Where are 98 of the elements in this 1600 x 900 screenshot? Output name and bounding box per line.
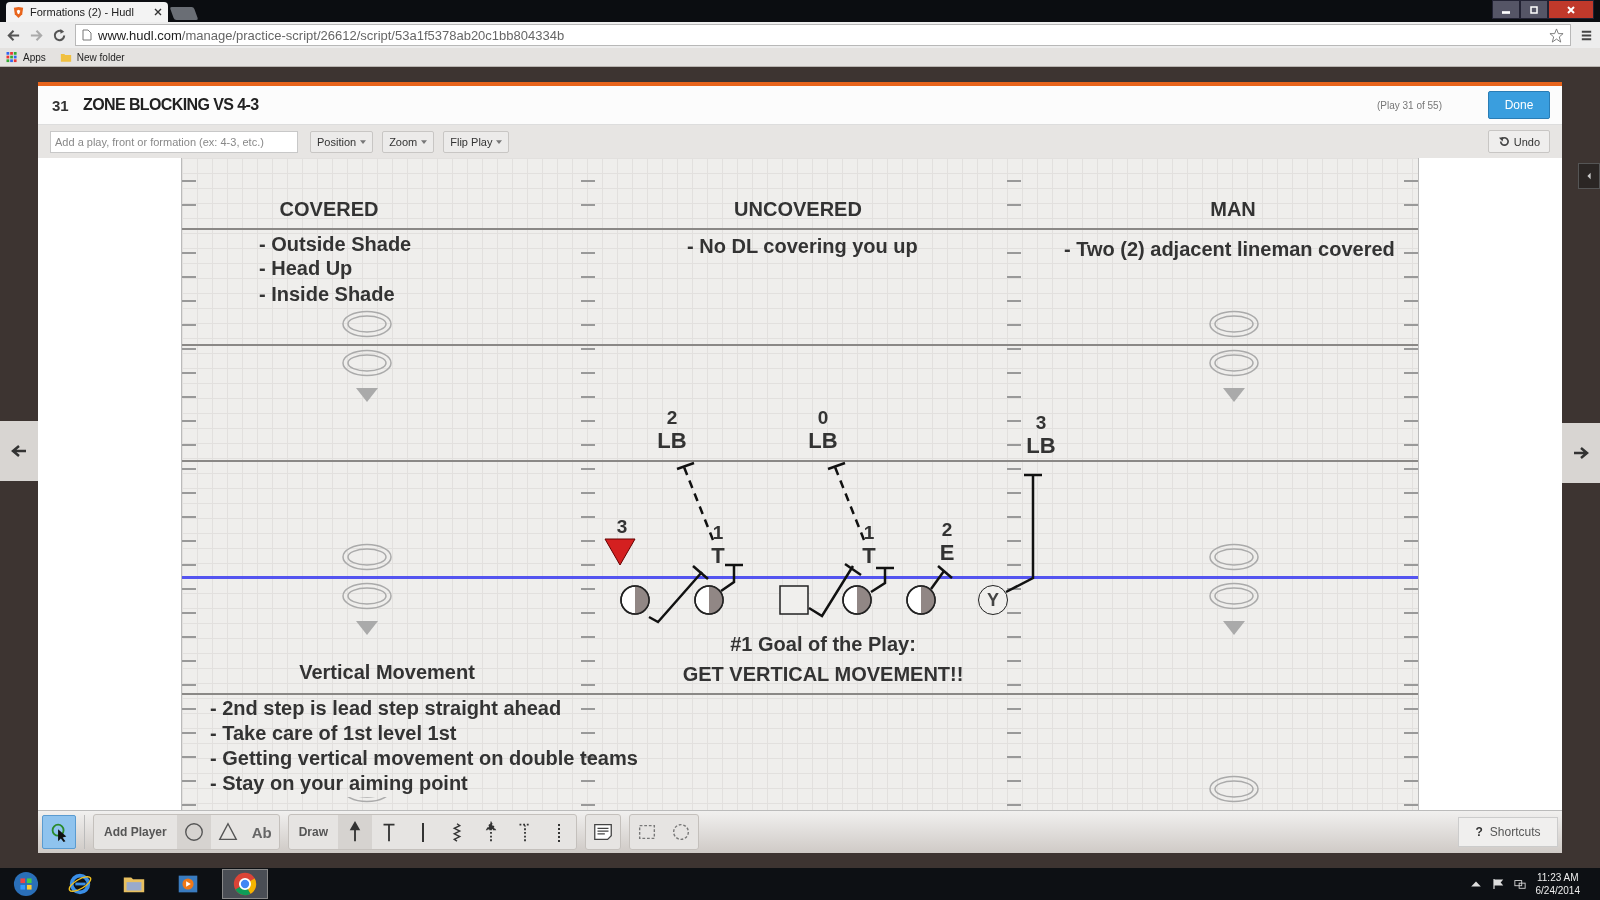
column-note: - Outside Shade [259,232,412,256]
windows-logo-icon [13,871,39,897]
page-icon [82,29,92,41]
coaching-point: - Take care of 1st level 1st [210,721,457,745]
bookmark[interactable]: New folder [59,51,125,63]
column-heading: UNCOVERED [734,198,862,221]
defender-position: LB [657,429,687,452]
dotted-line-icon [558,822,561,842]
close-button[interactable] [1548,0,1594,19]
browser-tab[interactable]: Formations (2) - Hudl [6,2,168,22]
bookmark[interactable]: Apps [6,51,46,63]
shortcuts-button[interactable]: ? Shortcuts [1458,817,1558,847]
caret-icon [421,139,428,144]
caret-icon [360,139,367,144]
play-search-field[interactable]: Add a play, front or formation (ex: 4-3, etc.) [50,130,298,153]
goal-text: GET VERTICAL MOVEMENT!! [682,662,964,686]
undo-button[interactable]: Undo [1487,130,1550,153]
browser-e-icon [67,871,93,897]
block-route [930,565,953,590]
tool-button[interactable]: Ab [244,815,279,849]
defender-number: 0 [817,406,829,429]
goal-text: #1 Goal of the Play: [730,632,916,656]
center-square-icon[interactable] [779,585,809,615]
lineman-circle-icon[interactable] [694,585,724,615]
coaching-point: - Stay on your aiming point [210,771,468,795]
close-icon [1566,4,1576,15]
defender-position: T [711,544,725,567]
column-note: - Head Up [259,256,353,280]
defender-triangle-icon[interactable] [604,538,636,566]
folder-icon [59,51,72,63]
note-icon [592,821,615,843]
tool-button[interactable] [338,815,373,849]
shield-icon [12,5,25,19]
defender-position: LB [808,429,838,452]
minimize-icon [1502,10,1510,14]
play-number: 31 [52,96,70,114]
maximize-button[interactable] [1520,0,1548,19]
new-tab-button[interactable] [169,7,199,20]
right-arrow-icon [1573,446,1589,460]
lineman-circle-icon[interactable] [842,585,872,615]
dropdown-button[interactable]: Zoom [382,130,435,153]
play-title: ZONE BLOCKING VS 4-3 [83,96,260,114]
tool-button[interactable] [42,815,76,849]
triangle-icon [216,821,239,843]
panel-toggle-button[interactable] [1578,163,1600,189]
maximize-icon [1529,4,1539,15]
caret-icon [496,139,503,144]
chrome-logo-icon [232,871,258,897]
tool-group-label: Add Player [103,825,168,839]
player-circle[interactable]: Y [978,585,1008,615]
block-route [808,562,862,618]
defender-position: LB [1026,434,1056,457]
coaching-point: - Getting vertical movement on double teams [210,746,638,770]
coaching-point: - 2nd step is lead step straight ahead [210,696,562,720]
circle-icon [182,821,205,843]
defender-number: 2 [666,406,678,429]
next-play-button[interactable] [1562,423,1600,483]
column-note: - No DL covering you up [687,234,918,258]
network-icon[interactable] [1513,878,1526,890]
line-icon [422,822,425,842]
column-note: - Two (2) adjacent lineman covered [1064,237,1395,261]
defender-number: 2 [941,518,953,541]
address-bar[interactable]: www.hudl.com/manage/practice-script/26612/script/53a1f5378ab20c1bb804334b [75,24,1571,46]
tool-group-label: Draw [297,825,330,839]
back-icon[interactable] [6,27,21,43]
clock-time: 11:23 AM [1537,871,1579,884]
defender-number: 1 [712,521,724,544]
block-route [648,565,709,624]
defender-number: 1 [863,521,875,544]
undo-icon [1497,136,1509,147]
close-icon[interactable] [154,8,162,16]
taskbar-app-button[interactable] [222,869,268,899]
column-note: - Inside Shade [259,282,395,306]
caret-icon [1585,171,1593,181]
defender-number: 3 [616,515,628,538]
previous-play-button[interactable] [0,421,38,481]
star-icon[interactable] [1549,27,1564,43]
play-counter: (Play 31 of 55) [1376,99,1442,111]
dropdown-button[interactable]: Position [310,130,374,153]
left-arrow-icon [11,444,27,458]
tool-button[interactable] [176,815,211,849]
block-route [870,566,894,594]
clock-date: 6/24/2014 [1535,884,1580,897]
reload-icon[interactable] [52,27,67,43]
minimize-button[interactable] [1492,0,1520,19]
column-heading: MAN [1210,198,1256,221]
lineman-circle-icon[interactable] [906,585,936,615]
zone-marker-drawing [1208,775,1260,803]
caption: Vertical Movement [299,660,475,684]
lineman-circle-icon[interactable] [620,585,650,615]
defender-position: T [862,544,876,567]
block-route [720,563,743,593]
apps-grid-icon [6,51,18,63]
dropdown-button[interactable]: Flip Play [443,130,510,153]
flag-icon[interactable] [1491,878,1504,890]
column-heading: COVERED [279,198,379,221]
defender-number: 3 [1035,411,1047,434]
defender-position: E [939,541,955,564]
